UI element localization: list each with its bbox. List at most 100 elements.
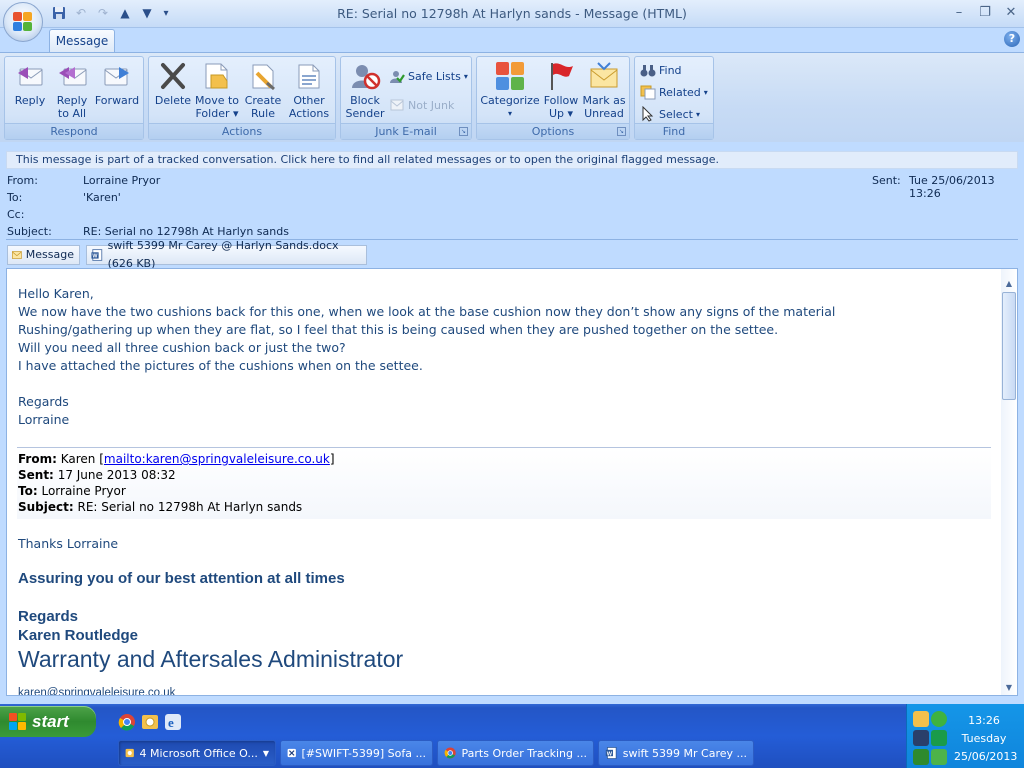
start-label: start	[32, 711, 69, 731]
quoted-sent-line: Sent: 17 June 2013 08:32	[18, 468, 176, 482]
mark-as-unread-button[interactable]: Mark as Unread	[582, 61, 626, 120]
junk-dialog-launcher-icon[interactable]: ↘	[459, 127, 468, 136]
quoted-thanks: Thanks Lorraine	[18, 536, 119, 551]
body-line: I have attached the pictures of the cush…	[18, 358, 423, 373]
from-value[interactable]: Lorraine Pryor	[83, 174, 160, 187]
ie-quicklaunch-icon[interactable]: e	[164, 713, 182, 731]
block-sender-button[interactable]: Block Sender	[343, 61, 387, 120]
related-label: Related	[659, 85, 701, 99]
taskbar-button-parts-order[interactable]: Parts Order Tracking ...	[437, 740, 594, 766]
svg-text:W: W	[607, 751, 613, 757]
mark-as-unread-label-2: Unread	[584, 107, 624, 120]
outlook-tray-icon[interactable]	[913, 711, 929, 727]
create-rule-icon	[247, 61, 279, 91]
quoted-subject-label: Subject:	[18, 500, 74, 514]
safe-lists-icon	[389, 68, 405, 84]
quoted-sender-email[interactable]: karen@springvaleleisure.co.uk	[18, 687, 175, 695]
taskbar-button-label: [#SWIFT-5399] Sofa ...	[301, 746, 426, 760]
scrollbar-thumb[interactable]	[1002, 292, 1016, 400]
delete-icon	[157, 61, 189, 91]
clock[interactable]: 13:26 Tuesday 25/06/2013	[954, 712, 1018, 766]
group-label-junk-email: Junk E-mail	[341, 123, 471, 139]
help-icon[interactable]: ?	[1004, 31, 1020, 47]
attachment-file[interactable]: W swift 5399 Mr Carey @ Harlyn Sands.doc…	[86, 239, 367, 270]
select-button[interactable]: Select ▾	[640, 105, 700, 123]
antivirus-tray-icon[interactable]	[913, 749, 929, 765]
body-spacer	[18, 375, 998, 393]
delete-label: Delete	[154, 94, 192, 107]
categorize-dropdown-icon: ▾	[507, 109, 512, 118]
safe-lists-button[interactable]: Safe Lists ▾	[389, 67, 468, 85]
cc-label: Cc:	[7, 208, 25, 221]
create-rule-label-1: Create	[244, 94, 282, 107]
quoted-sender-role: Warranty and Aftersales Administrator	[18, 646, 404, 672]
create-rule-button[interactable]: Create Rule	[241, 61, 285, 120]
scroll-up-icon[interactable]: ▲	[1003, 278, 1015, 290]
network-tray-icon[interactable]	[913, 730, 929, 746]
restore-button[interactable]: ❐	[972, 2, 998, 22]
update-tray-icon[interactable]	[931, 749, 947, 765]
start-button[interactable]: start	[0, 706, 96, 737]
attachment-bar: Message W swift 5399 Mr Carey @ Harlyn S…	[6, 239, 1018, 270]
taskbar-button-label: Parts Order Tracking ...	[461, 746, 587, 760]
follow-up-flag-icon	[545, 61, 577, 91]
safe-lists-label: Safe Lists	[408, 69, 461, 83]
messenger-tray-icon[interactable]	[931, 711, 947, 727]
outlook-app-icon	[125, 748, 134, 758]
minimize-button[interactable]: –	[946, 2, 972, 22]
related-dropdown-icon: ▾	[703, 87, 708, 97]
message-tab-button[interactable]: Message	[7, 245, 80, 265]
follow-up-label-2-wrap: Up ▾	[548, 107, 574, 120]
group-label-options: Options	[477, 123, 629, 139]
reply-all-icon	[56, 61, 88, 91]
office-button[interactable]	[3, 2, 43, 42]
reply-icon	[14, 61, 46, 91]
find-label: Find	[659, 63, 682, 77]
taskbar-button-swift[interactable]: [#SWIFT-5399] Sofa ...	[280, 740, 433, 766]
tab-message[interactable]: Message	[49, 29, 115, 52]
move-label-2-wrap: Folder ▾	[195, 107, 239, 120]
block-sender-icon	[349, 61, 381, 91]
move-to-folder-button[interactable]: Move to Folder ▾	[193, 61, 241, 120]
body-line: Rushing/gathering up when they are flat,…	[18, 322, 779, 337]
taskbar-button-outlook[interactable]: 4 Microsoft Office O... ▼	[118, 740, 276, 766]
to-value[interactable]: 'Karen'	[83, 191, 121, 204]
chrome-quicklaunch-icon[interactable]	[118, 713, 136, 731]
delete-button[interactable]: Delete	[153, 61, 193, 107]
message-body-pane[interactable]: Hello Karen, We now have the two cushion…	[6, 268, 1018, 696]
quoted-from-line: From: Karen [mailto:karen@springvaleleis…	[18, 452, 335, 466]
other-actions-label-2: Actions	[288, 107, 330, 120]
not-junk-label: Not Junk	[408, 98, 455, 112]
scroll-down-icon[interactable]: ▼	[1003, 682, 1015, 694]
quoted-sent-value: 17 June 2013 08:32	[57, 468, 176, 482]
categorize-button[interactable]: Categorize ▾	[480, 61, 540, 120]
ribbon: Reply Reply to All Forward Respond Delet…	[0, 52, 1024, 142]
word-app-icon: W	[605, 747, 617, 759]
forward-button[interactable]: Forward	[93, 61, 141, 107]
move-label-1: Move to	[194, 94, 240, 107]
follow-up-label-1: Follow	[543, 94, 579, 107]
security-tray-icon[interactable]	[931, 730, 947, 746]
group-label-respond: Respond	[5, 123, 143, 139]
options-dialog-launcher-icon[interactable]: ↘	[617, 127, 626, 136]
quoted-mailto-link[interactable]: mailto:karen@springvaleleisure.co.uk	[104, 452, 330, 466]
reply-all-button[interactable]: Reply to All	[51, 61, 93, 120]
clock-date: 25/06/2013	[954, 750, 1018, 763]
subject-label: Subject:	[7, 225, 52, 238]
block-sender-label-2: Sender	[345, 107, 385, 120]
forward-icon	[101, 61, 133, 91]
quoted-from-label: From:	[18, 452, 57, 466]
body-line: Hello Karen,	[18, 286, 94, 301]
window-title: RE: Serial no 12798h At Harlyn sands - M…	[337, 6, 687, 21]
find-button[interactable]: Find	[640, 61, 682, 79]
reply-button[interactable]: Reply	[10, 61, 50, 107]
follow-up-button[interactable]: Follow Up ▾	[540, 61, 582, 120]
related-button[interactable]: Related ▾	[640, 83, 708, 101]
close-button[interactable]: ✕	[998, 2, 1024, 22]
svg-text:e: e	[168, 715, 174, 730]
taskbar-button-word-doc[interactable]: W swift 5399 Mr Carey ...	[598, 740, 754, 766]
quoted-subject-value: RE: Serial no 12798h At Harlyn sands	[77, 500, 303, 514]
tracked-conversation-infobar[interactable]: This message is part of a tracked conver…	[6, 151, 1018, 169]
outlook-quicklaunch-icon[interactable]	[141, 713, 159, 731]
taskbar-button-label: swift 5399 Mr Carey ...	[622, 746, 747, 760]
